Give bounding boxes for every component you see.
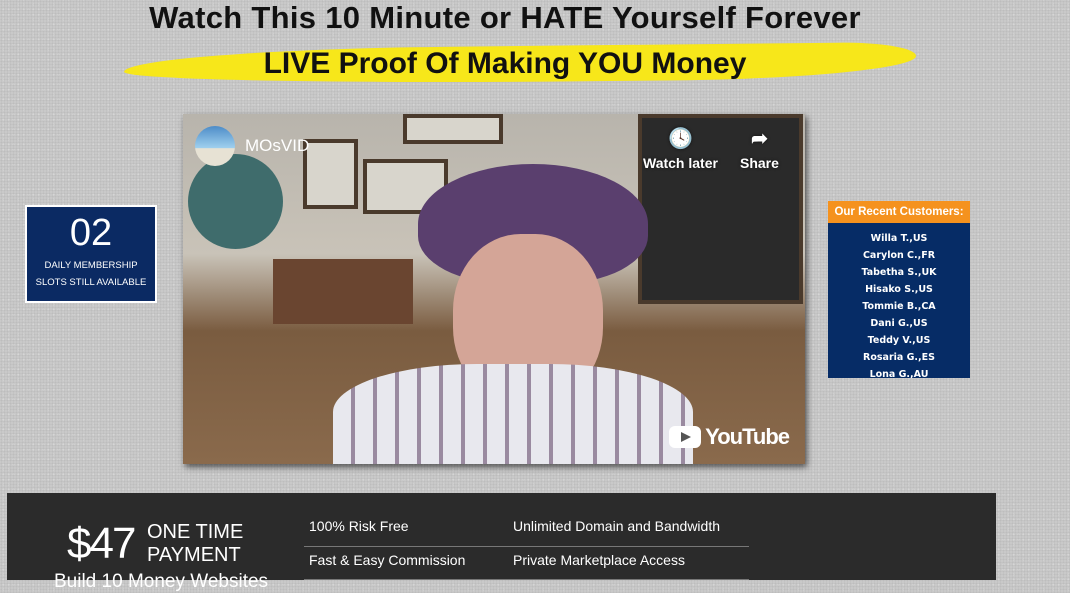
customer-item: Rosaria G.,ES [863,352,935,363]
youtube-logo[interactable]: YouTube [669,424,790,450]
recent-customers-widget: Our Recent Customers: Willa T.,US Carylo… [828,201,970,378]
decorative-plate [188,154,283,249]
payment-line1: ONE TIME [147,521,244,543]
payment-type: ONE TIME PAYMENT [147,521,243,567]
customer-item: Carylon C.,FR [862,250,936,261]
feature-item: Private Marketplace Access [513,552,685,568]
offer-panel: $47 ONE TIME PAYMENT Build 10 Money Webs… [7,493,996,592]
divider [304,546,749,547]
wall-picture [303,139,358,209]
watch-later-label: Watch later [643,155,718,171]
wall-picture [403,114,503,144]
slots-line2: SLOTS STILL AVAILABLE [35,277,147,288]
customer-item: Tommie B.,CA [862,301,936,312]
youtube-video-player[interactable]: MOsVID 🕓 Watch later ➦ Share YouTube [183,114,805,464]
channel-avatar[interactable] [195,126,235,166]
customer-item: Teddy V.,US [867,335,931,346]
share-button[interactable]: ➦ Share [740,126,779,171]
build-text: Build 10 Money Websites [54,571,269,592]
customer-item: Lona G.,AU [869,369,929,378]
customer-item: Willa T.,US [870,233,928,244]
share-arrow-icon: ➦ [751,128,768,150]
shirt [333,364,693,464]
price: $47 [67,519,136,568]
radio [273,259,413,324]
share-label: Share [740,155,779,171]
customer-item: Dani G.,US [870,318,928,329]
youtube-play-icon [669,426,702,448]
clock-icon: 🕓 [668,128,693,150]
subheadline: LIVE Proof Of Making YOU Money [263,47,747,80]
channel-info[interactable]: MOsVID [195,126,309,166]
payment-line2: PAYMENT [147,544,241,566]
feature-item: Fast & Easy Commission [309,552,466,568]
headline: Watch This 10 Minute or HATE Yourself Fo… [149,0,861,35]
customer-item: Tabetha S.,UK [861,267,937,278]
slots-count: 02 [69,212,113,254]
customer-item: Hisako S.,US [865,284,933,295]
youtube-wordmark: YouTube [705,424,790,449]
recent-customers-title: Our Recent Customers: [828,201,970,223]
slots-line1: DAILY MEMBERSHIP [44,260,138,271]
channel-name[interactable]: MOsVID [245,136,309,156]
watch-later-button[interactable]: 🕓 Watch later [643,126,718,171]
slots-counter: 02 DAILY MEMBERSHIP SLOTS STILL AVAILABL… [25,205,157,303]
feature-item: 100% Risk Free [309,518,409,534]
feature-item: Unlimited Domain and Bandwidth [513,518,720,534]
